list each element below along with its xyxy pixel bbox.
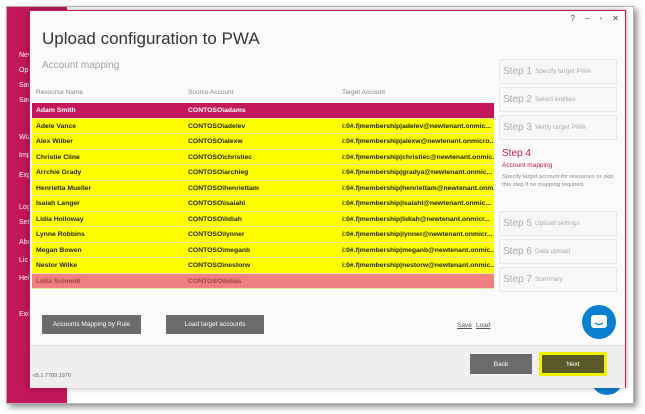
save-link[interactable]: Save	[457, 322, 472, 329]
wizard-steps: Step 1 Specify target PWA Step 2 Select ent…	[499, 59, 617, 295]
wizard-step-2: Step 2 Select entities	[499, 87, 617, 112]
table-row[interactable]: Megan Bowen CONTOSO\meganb i:0#.f|membersh…	[32, 242, 494, 258]
resource-name-cell: Isaiah Langer	[36, 200, 80, 207]
wizard-step-5: Step 5 Upload settings	[499, 211, 617, 236]
target-account-cell[interactable]: i:0#.f|membership|alexw@newtenant.onmicr…	[342, 138, 494, 145]
source-account-cell: CONTOSO\archieg	[188, 169, 249, 176]
account-mapping-grid: Adam Smith CONTOSO\adams Adele Vance CONTOS…	[32, 103, 494, 289]
step-number: Step 3	[503, 122, 532, 133]
table-row[interactable]: Alex Wilber CONTOSO\alexw i:0#.f|membershi…	[32, 134, 494, 150]
help-icon[interactable]: ?	[571, 14, 575, 23]
chat-button[interactable]	[582, 305, 616, 339]
step-number: Step 1	[503, 66, 532, 77]
resource-name-cell: Nestor Wilke	[36, 262, 78, 269]
load-target-accounts-button[interactable]: Load target accounts	[166, 315, 264, 334]
dialog-title: Upload configuration to PWA	[42, 29, 260, 48]
step-label: Verify target PWA	[535, 124, 587, 131]
dialog-footer: v5.1.7789.1976 Back Next	[30, 345, 625, 388]
target-account-cell[interactable]: i:0#.f|membership|gradya@newtenant.onmic…	[342, 169, 494, 176]
upload-dialog: ? – ▫ ✕ Upload configuration to PWA Acco…	[29, 10, 626, 388]
step-label: Specify target PWA	[535, 68, 592, 75]
target-account-cell[interactable]: i:0#.f|membership|lynner@newtenant.onmic…	[342, 231, 494, 238]
resource-name-cell: Arrchie Grady	[36, 169, 82, 176]
wizard-step-6: Step 6 Data upload	[499, 239, 617, 264]
source-account-cell: CONTOSO\christiec	[188, 153, 253, 161]
minimize-icon[interactable]: –	[585, 14, 589, 23]
resource-name-cell: Alex Wilber	[36, 138, 73, 145]
table-row[interactable]: Christie Cline CONTOSO\christiec i:0#.f|me…	[32, 149, 494, 165]
version-label: v5.1.7789.1976	[33, 373, 71, 379]
column-header-target[interactable]: Target Account	[342, 89, 385, 96]
table-row[interactable]: Lynne Robbins CONTOSO\lynner i:0#.f|member…	[32, 227, 494, 243]
resource-name-cell: Adam Smith	[36, 107, 76, 114]
grid-header: Resource Name Source Account Target Acco…	[32, 89, 494, 101]
target-account-cell[interactable]: i:0#.f|membership|henriettam@newtenant.o…	[342, 185, 494, 192]
table-row[interactable]: Henrietta Mueller CONTOSO\henriettam i:0#.…	[32, 180, 494, 196]
back-button[interactable]: Back	[470, 354, 532, 374]
source-account-cell: CONTOSO\henriettam	[188, 184, 259, 192]
step-description: Specify target account for resources or …	[502, 174, 614, 188]
source-account-cell: CONTOSO\alexw	[188, 138, 243, 145]
step-number: Step 5	[503, 218, 532, 229]
step-label: Data upload	[535, 248, 571, 255]
app-window: New Op Sav Sav Wiz Imp Exp Log Set Abo Lic Hel Exit …	[6, 6, 634, 404]
wizard-step-3: Step 3 Verify target PWA	[499, 115, 617, 140]
table-row[interactable]: Adam Smith CONTOSO\adams	[32, 103, 494, 119]
dialog-subtitle: Account mapping	[42, 60, 120, 71]
accounts-mapping-by-rule-button[interactable]: Accounts Mapping by Rule	[42, 315, 141, 334]
close-icon[interactable]: ✕	[612, 14, 619, 23]
step-number: Step 4	[502, 148, 531, 159]
column-header-resource[interactable]: Resource Name	[36, 89, 83, 96]
source-account-cell: CONTOSO\meganb	[188, 246, 251, 254]
target-account-cell[interactable]: i:0#.f|membership|meganb@newtenant.onmic…	[342, 247, 494, 254]
table-row[interactable]: Lidia Schmidt CONTOSO\lidias	[32, 273, 494, 289]
resource-name-cell: Lynne Robbins	[36, 231, 85, 238]
chat-icon	[591, 315, 607, 328]
resource-name-cell: Lidia Schmidt	[36, 277, 81, 285]
restore-icon[interactable]: ▫	[599, 14, 602, 23]
target-account-cell[interactable]: i:0#.f|membership|adelev@newtenant.onmic…	[342, 123, 494, 130]
window-controls: ? – ▫ ✕	[571, 14, 619, 23]
step-number: Step 6	[503, 246, 532, 257]
resource-name-cell: Henrietta Mueller	[36, 184, 92, 192]
background-sidebar-item: Lic	[19, 257, 28, 264]
resource-name-cell: Christie Cline	[36, 153, 80, 161]
table-row[interactable]: Adele Vance CONTOSO\adelev i:0#.f|membersh…	[32, 118, 494, 134]
resource-name-cell: Lidia Holloway	[36, 215, 84, 223]
background-sidebar-item: Op	[19, 67, 29, 74]
table-row[interactable]: Isaiah Langer CONTOSO\isaiahl i:0#.f|membe…	[32, 196, 494, 212]
table-row[interactable]: Lidia Holloway CONTOSO\lidiah i:0#.f|membe…	[32, 211, 494, 227]
step-label: Select entities	[535, 96, 576, 103]
resource-name-cell: Adele Vance	[36, 122, 77, 130]
background-sidebar-item: Hel	[19, 275, 30, 282]
target-account-cell[interactable]: i:0#.f|membership|nestorw@newtenant.onmi…	[342, 262, 494, 269]
source-account-cell: CONTOSO\lynner	[188, 231, 245, 238]
background-sidebar-item: Set	[19, 219, 30, 226]
next-button[interactable]: Next	[539, 352, 607, 376]
wizard-step-1: Step 1 Specify target PWA	[499, 59, 617, 84]
source-account-cell: CONTOSO\lidias	[188, 277, 242, 285]
wizard-step-4: Step 4 Account mapping Specify target acco…	[499, 143, 617, 208]
source-account-cell: CONTOSO\isaiahl	[188, 200, 246, 207]
source-account-cell: CONTOSO\adams	[188, 107, 246, 114]
source-account-cell: CONTOSO\lidiah	[188, 215, 242, 223]
table-row[interactable]: Arrchie Grady CONTOSO\archieg i:0#.f|membe…	[32, 165, 494, 181]
step-label: Upload settings	[535, 220, 580, 227]
target-account-cell[interactable]: i:0#.f|membership|isaiahl@newtenant.onmi…	[342, 200, 494, 207]
step-label: Summary	[535, 276, 563, 283]
step-number: Step 7	[503, 274, 532, 285]
column-header-source[interactable]: Source Account	[188, 89, 234, 96]
load-link[interactable]: Load	[476, 322, 490, 329]
step-label: Account mapping	[502, 162, 553, 169]
resource-name-cell: Megan Bowen	[36, 246, 82, 254]
target-account-cell[interactable]: i:0#.f|membership|lidiah@newtenant.onmic…	[342, 216, 494, 223]
wizard-step-7: Step 7 Summary	[499, 267, 617, 292]
source-account-cell: CONTOSO\nestorw	[188, 262, 251, 269]
step-number: Step 2	[503, 94, 532, 105]
source-account-cell: CONTOSO\adelev	[188, 122, 246, 130]
table-row[interactable]: Nestor Wilke CONTOSO\nestorw i:0#.f|member…	[32, 258, 494, 274]
target-account-cell[interactable]: i:0#.f|membership|christiec@newtenant.on…	[342, 154, 494, 161]
